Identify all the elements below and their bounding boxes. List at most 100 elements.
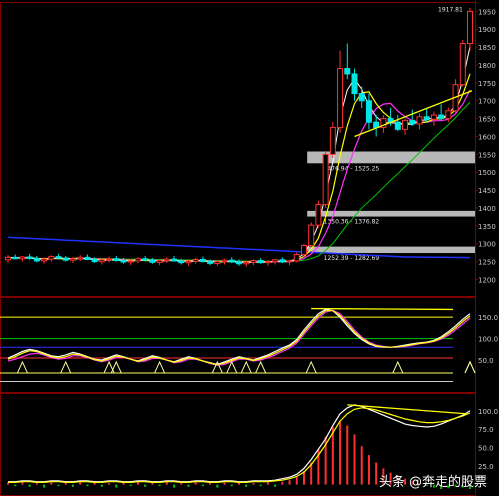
candle-body xyxy=(106,258,113,261)
candle-body xyxy=(69,258,76,261)
candle-body xyxy=(257,260,264,264)
price-tick-label: 1250 xyxy=(478,259,496,267)
candle-body xyxy=(48,256,55,260)
ma-5-line xyxy=(7,73,471,263)
resistance-zone xyxy=(307,210,475,217)
high-price-label: 1917.81 xyxy=(438,7,463,14)
volume-trendline xyxy=(347,404,467,415)
candle-body xyxy=(207,261,214,264)
watermark: 头条 @奔走的股票 xyxy=(378,475,487,490)
candle-body xyxy=(365,100,372,123)
candle-body xyxy=(423,116,430,120)
candle-body xyxy=(62,257,69,261)
candle-body xyxy=(467,10,473,45)
signal-triangle xyxy=(240,360,252,374)
candle-body xyxy=(84,256,91,260)
signal-triangle xyxy=(305,360,317,374)
candle-body xyxy=(149,259,156,263)
candle-body xyxy=(12,256,19,260)
volume-tick-label: 50.0 xyxy=(478,445,494,453)
candle-body xyxy=(300,245,307,255)
signal-triangle xyxy=(255,360,267,374)
resistance-zone xyxy=(307,246,475,254)
oscillator-tick-label: 150.0 xyxy=(478,314,498,322)
candle-body xyxy=(98,259,105,263)
price-tick-label: 1400 xyxy=(478,205,496,213)
candle-body xyxy=(113,258,120,262)
price-tick-label: 1800 xyxy=(478,62,496,70)
stock-chart: 1950 1900 1850 1800 1750 1700 1650 1600 1550 1500… xyxy=(0,0,498,496)
signal-triangle xyxy=(154,360,166,374)
price-tick-label: 1900 xyxy=(478,26,496,34)
price-tick-label: 1750 xyxy=(478,80,496,88)
candle-body xyxy=(416,116,423,125)
candle-body xyxy=(243,261,250,265)
candle-body xyxy=(185,260,192,264)
signal-triangle xyxy=(464,360,476,374)
candle-body xyxy=(438,114,445,120)
candle-body xyxy=(221,259,228,263)
candle-body xyxy=(77,256,84,260)
candle-body xyxy=(228,259,235,263)
candle-body xyxy=(308,224,315,247)
candle-body xyxy=(272,259,279,263)
price-tick-label: 1700 xyxy=(478,98,496,106)
volume-tick-label: 100.0 xyxy=(478,408,498,416)
candle-body xyxy=(142,258,149,261)
candle-body xyxy=(120,260,127,263)
signal-triangle xyxy=(60,360,72,374)
price-tick-label: 1550 xyxy=(478,151,496,159)
candle-body xyxy=(41,258,48,262)
oscillator-tick-label: 50.0 xyxy=(478,357,494,365)
candle-body xyxy=(394,121,401,130)
candle-body xyxy=(192,258,199,262)
price-tick-label: 1850 xyxy=(478,44,496,52)
oscillator-peak-trendline xyxy=(311,307,454,311)
candle-body xyxy=(33,257,40,262)
volume-tick-label: 25.0 xyxy=(478,463,494,471)
price-tick-label: 1600 xyxy=(478,133,496,141)
candle-body xyxy=(19,256,26,260)
volume-tick-label: 75.0 xyxy=(478,426,494,434)
candle-body xyxy=(91,258,98,263)
candle-body xyxy=(293,253,300,262)
candle-body xyxy=(337,68,344,129)
candle-body xyxy=(322,153,329,205)
signal-triangle xyxy=(16,360,28,374)
candle-body xyxy=(358,93,365,102)
price-tick-label: 1350 xyxy=(478,223,496,231)
price-tick-label: 1300 xyxy=(478,241,496,249)
candle-body xyxy=(351,73,358,95)
candle-body xyxy=(171,258,178,262)
candle-body xyxy=(459,43,466,86)
price-tick-label: 1500 xyxy=(478,169,496,177)
candle-body xyxy=(163,258,170,262)
candle-body xyxy=(156,260,163,263)
candle-body xyxy=(402,119,409,130)
candle-body xyxy=(199,258,206,263)
candle-body xyxy=(315,203,322,226)
candle-body xyxy=(178,260,185,264)
candle-body xyxy=(264,261,271,264)
price-tick-label: 1200 xyxy=(478,276,496,284)
candle-body xyxy=(445,110,452,120)
candle-body xyxy=(134,258,141,262)
oscillator-tick-label: 100.0 xyxy=(478,336,498,344)
candle-body xyxy=(250,260,257,263)
candle-body xyxy=(236,261,242,265)
candle-body xyxy=(344,68,351,75)
candle-body xyxy=(279,259,286,263)
candle-body xyxy=(430,114,437,120)
candle-body xyxy=(55,256,62,259)
signal-triangle xyxy=(392,360,404,374)
candle-body xyxy=(286,260,293,263)
candle-body xyxy=(409,119,416,125)
price-tick-label: 1650 xyxy=(478,116,496,124)
candle-body xyxy=(214,261,221,264)
price-tick-label: 1950 xyxy=(478,8,496,16)
resistance-zone-label: 1252.39 - 1282.69 xyxy=(324,255,380,262)
candle-body xyxy=(329,127,336,155)
price-tick-label: 1450 xyxy=(478,187,496,195)
candle-body xyxy=(5,256,11,261)
ma-8-line xyxy=(7,89,471,263)
